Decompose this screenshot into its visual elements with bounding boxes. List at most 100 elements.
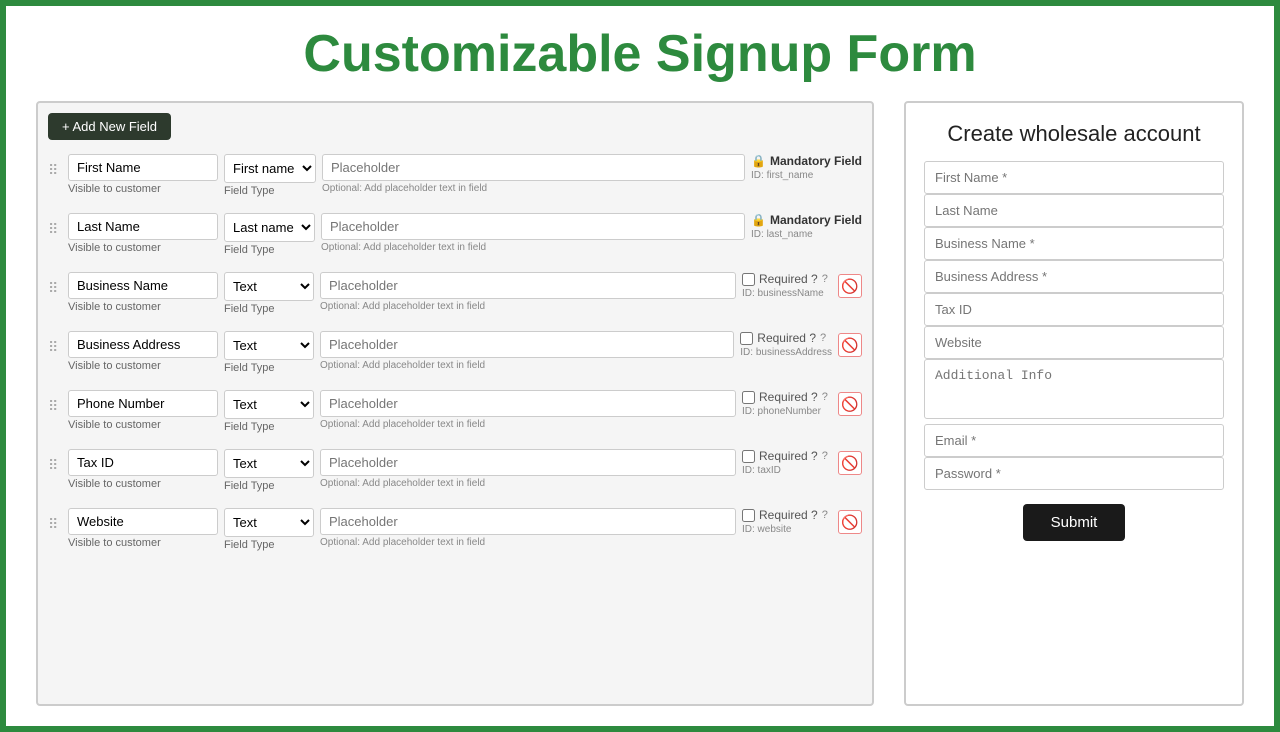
field-type-label: Field Type (224, 539, 314, 551)
placeholder-hint: Optional: Add placeholder text in field (321, 242, 745, 253)
drag-handle-icon[interactable]: ⠿ (48, 390, 62, 415)
delete-field-button[interactable]: 🚫 (838, 451, 862, 475)
form-input-4[interactable] (924, 293, 1224, 326)
field-id-label: ID: last_name (751, 229, 813, 240)
placeholder-input[interactable] (320, 331, 734, 358)
field-label-col: Visible to customer (68, 331, 218, 372)
field-row: ⠿Visible to customerLast nameField Type O… (48, 209, 862, 260)
placeholder-input[interactable] (320, 390, 736, 417)
visible-to-customer-label: Visible to customer (68, 301, 218, 313)
placeholder-col: Optional: Add placeholder text in field (320, 390, 736, 430)
form-input-3[interactable] (924, 260, 1224, 293)
required-row: Required ?? (742, 272, 828, 286)
drag-handle-icon[interactable]: ⠿ (48, 272, 62, 297)
drag-handle-icon[interactable]: ⠿ (48, 331, 62, 356)
field-label-input[interactable] (68, 272, 218, 299)
placeholder-input[interactable] (320, 449, 736, 476)
add-field-button[interactable]: + Add New Field (48, 113, 171, 140)
required-col: 🔒 Mandatory FieldID: first_name (751, 154, 862, 181)
placeholder-input[interactable] (322, 154, 745, 181)
question-icon: ? (822, 273, 828, 285)
question-icon: ? (822, 450, 828, 462)
placeholder-col: Optional: Add placeholder text in field (322, 154, 745, 194)
required-checkbox[interactable] (742, 273, 755, 286)
field-type-select[interactable]: Text (224, 272, 314, 301)
submit-button[interactable]: Submit (1023, 504, 1126, 541)
drag-handle-icon[interactable]: ⠿ (48, 508, 62, 533)
page-title: Customizable Signup Form (36, 26, 1244, 83)
delete-field-button[interactable]: 🚫 (838, 333, 862, 357)
field-type-select[interactable]: Text (224, 331, 314, 360)
required-col: Required ??ID: website (742, 508, 832, 535)
required-row: Required ?? (742, 508, 828, 522)
field-label-col: Visible to customer (68, 449, 218, 490)
question-icon: ? (822, 509, 828, 521)
field-label-input[interactable] (68, 449, 218, 476)
placeholder-input[interactable] (320, 272, 736, 299)
field-type-col: Last nameField Type (224, 213, 315, 256)
field-type-select[interactable]: Text (224, 449, 314, 478)
form-input-1[interactable] (924, 194, 1224, 227)
form-input-0[interactable] (924, 161, 1224, 194)
visible-to-customer-label: Visible to customer (68, 360, 218, 372)
required-checkbox[interactable] (740, 332, 753, 345)
field-type-label: Field Type (224, 362, 314, 374)
required-checkbox[interactable] (742, 450, 755, 463)
required-col: Required ?? ID: businessName (742, 272, 832, 299)
field-id-label: ID: businessName (742, 288, 824, 299)
placeholder-col: Optional: Add placeholder text in field (320, 449, 736, 489)
question-icon: ? (820, 332, 826, 344)
delete-field-button[interactable]: 🚫 (838, 510, 862, 534)
drag-handle-icon[interactable]: ⠿ (48, 154, 62, 179)
required-row: Required ?? (740, 331, 826, 345)
delete-field-button[interactable]: 🚫 (838, 274, 862, 298)
required-label: Required ? (759, 508, 818, 522)
required-label: Required ? (759, 272, 818, 286)
field-label-input[interactable] (68, 508, 218, 535)
form-textarea-6[interactable] (924, 359, 1224, 419)
main-content: + Add New Field ⠿Visible to customerFirs… (36, 101, 1244, 706)
placeholder-col: Optional: Add placeholder text in field (320, 272, 736, 312)
required-label: Required ? (759, 390, 818, 404)
field-type-select[interactable]: Text (224, 390, 314, 419)
placeholder-hint: Optional: Add placeholder text in field (320, 360, 734, 371)
drag-handle-icon[interactable]: ⠿ (48, 449, 62, 474)
placeholder-input[interactable] (321, 213, 745, 240)
field-id-label: ID: taxID (742, 465, 781, 476)
form-input-2[interactable] (924, 227, 1224, 260)
field-type-select[interactable]: Text (224, 508, 314, 537)
placeholder-hint: Optional: Add placeholder text in field (320, 478, 736, 489)
required-label: Required ? (757, 331, 816, 345)
field-label-input[interactable] (68, 331, 218, 358)
placeholder-col: Optional: Add placeholder text in field (321, 213, 745, 253)
required-row: Required ?? (742, 390, 828, 404)
field-row: ⠿Visible to customerTextField TypeOption… (48, 504, 862, 555)
field-row: ⠿ Visible to customer Text Field Type Option… (48, 268, 862, 319)
placeholder-col: Optional: Add placeholder text in field (320, 508, 736, 548)
mandatory-badge: 🔒 Mandatory Field (751, 154, 862, 168)
field-label-input[interactable] (68, 213, 218, 240)
field-label-input[interactable] (68, 154, 218, 181)
field-type-select[interactable]: First name (224, 154, 316, 183)
required-checkbox[interactable] (742, 391, 755, 404)
field-row: ⠿Visible to customerTextField TypeOption… (48, 445, 862, 496)
field-type-select[interactable]: Last name (224, 213, 315, 242)
form-input-8[interactable] (924, 457, 1224, 490)
visible-to-customer-label: Visible to customer (68, 478, 218, 490)
field-label-col: Visible to customer (68, 272, 218, 313)
form-input-5[interactable] (924, 326, 1224, 359)
field-label-col: Visible to customer (68, 390, 218, 431)
placeholder-hint: Optional: Add placeholder text in field (320, 419, 736, 430)
drag-handle-icon[interactable]: ⠿ (48, 213, 62, 238)
form-input-7[interactable] (924, 424, 1224, 457)
field-label-input[interactable] (68, 390, 218, 417)
delete-field-button[interactable]: 🚫 (838, 392, 862, 416)
field-label-col: Visible to customer (68, 213, 218, 254)
required-checkbox[interactable] (742, 509, 755, 522)
field-row: ⠿Visible to customerFirst nameField Type… (48, 150, 862, 201)
field-type-col: TextField Type (224, 390, 314, 433)
fields-container: ⠿Visible to customerFirst nameField Type… (48, 150, 862, 555)
right-panel: Create wholesale account Submit (904, 101, 1244, 706)
field-type-label: Field Type (224, 303, 314, 315)
placeholder-input[interactable] (320, 508, 736, 535)
